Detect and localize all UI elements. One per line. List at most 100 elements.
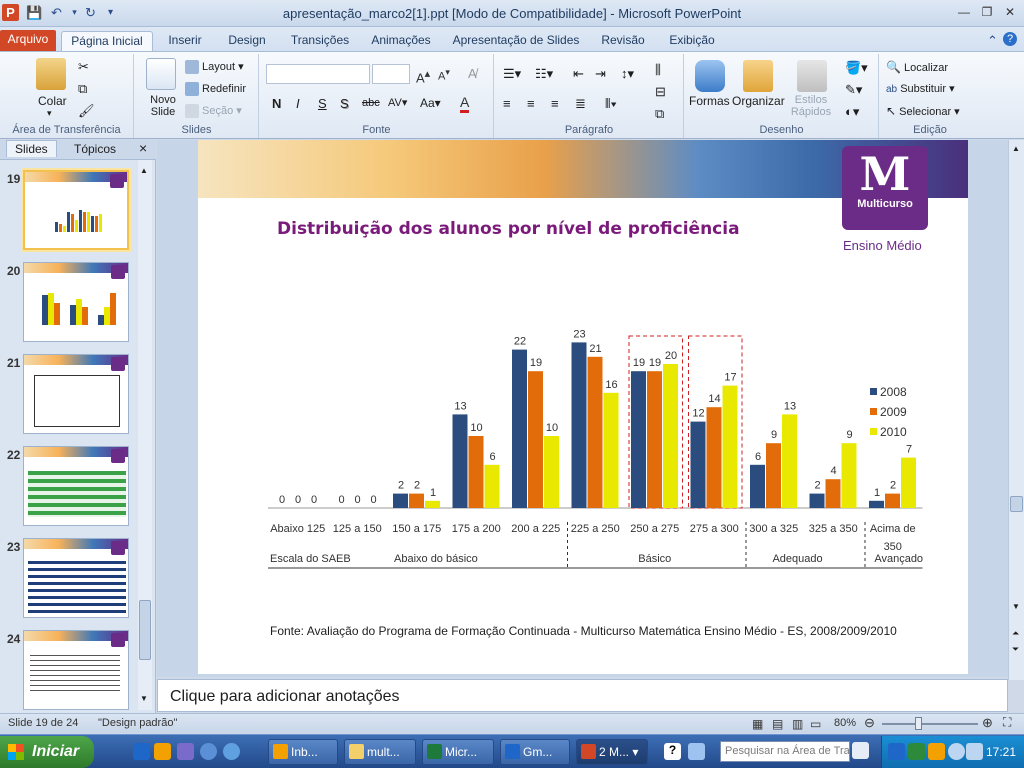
zoom-in-icon[interactable]: ⊕ <box>982 715 993 731</box>
taskbar-powerpoint[interactable]: 2 M... ▾ <box>576 739 648 765</box>
paste-icon[interactable] <box>36 58 66 90</box>
numbering-icon[interactable]: ☷▾ <box>535 66 553 82</box>
scroll-down-icon[interactable]: ▼ <box>140 694 148 703</box>
theme-name[interactable]: "Design padrão" <box>98 717 177 729</box>
shapes-button[interactable]: Formas <box>689 94 730 108</box>
shape-fill-icon[interactable]: 🪣▾ <box>845 60 868 76</box>
slide-thumbnail-23[interactable] <box>23 538 129 618</box>
scroll-thumb[interactable] <box>1010 496 1023 512</box>
cut-icon[interactable]: ✂ <box>78 59 89 75</box>
arrange-icon[interactable] <box>743 60 773 92</box>
taskbar-outlook[interactable]: Inb... <box>268 739 338 765</box>
fit-to-window-icon[interactable]: ⛶ <box>1003 715 1011 730</box>
grow-font-icon[interactable]: A▴ <box>416 67 430 85</box>
zoom-slider[interactable] <box>882 723 978 725</box>
slide-sorter-icon[interactable]: ▤ <box>772 717 783 731</box>
quick-styles-button[interactable]: Estilos Rápidos <box>789 94 833 118</box>
align-left-icon[interactable]: ≡ <box>503 96 511 111</box>
outlook-icon[interactable] <box>154 743 171 760</box>
tray-outlook-icon[interactable] <box>928 743 945 760</box>
tab-revisao[interactable]: Revisão <box>597 31 649 51</box>
slides-panel-scrollbar[interactable]: ▲ ▼ <box>138 160 152 710</box>
columns-icon[interactable]: ⫴▾ <box>605 96 617 112</box>
bar-chart[interactable]: 0 0 0Abaixo 1250 0 0125 a 1502 21150 a 175131… <box>258 320 958 580</box>
replace-button[interactable]: ab Substituir ▾ <box>886 82 955 95</box>
paste-button[interactable]: Colar <box>38 94 67 108</box>
help-icon[interactable]: ? <box>1003 32 1017 46</box>
increase-indent-icon[interactable]: ⇥ <box>595 66 606 82</box>
shape-effects-icon[interactable]: ◐▾ <box>845 104 859 120</box>
notes-pane[interactable]: Clique para adicionar anotações <box>157 679 1008 712</box>
desktop-search-input[interactable]: Pesquisar na Área de Trab <box>720 741 850 762</box>
reset-button[interactable]: Redefinir <box>185 82 246 96</box>
tab-animacoes[interactable]: Animações <box>366 31 436 51</box>
restore-icon[interactable]: ❐ <box>976 3 998 21</box>
text-direction-icon[interactable]: ⫼ <box>655 62 661 78</box>
change-case-icon[interactable]: Aa▾ <box>420 96 441 110</box>
font-family-input[interactable] <box>266 64 370 84</box>
media-icon[interactable] <box>200 743 217 760</box>
tab-apresentacao[interactable]: Apresentação de Slides <box>450 31 582 51</box>
underline-icon[interactable]: S <box>318 96 327 111</box>
font-size-input[interactable] <box>372 64 410 84</box>
tab-transicoes[interactable]: Transições <box>285 31 355 51</box>
close-icon[interactable]: ✕ <box>999 3 1021 21</box>
section-button[interactable]: Seção ▾ <box>185 104 242 119</box>
align-center-icon[interactable]: ≡ <box>527 96 535 111</box>
zoom-slider-thumb[interactable] <box>915 717 922 730</box>
help-icon[interactable]: ? <box>664 743 681 760</box>
previous-slide-icon[interactable]: ⏶ <box>1012 628 1019 639</box>
scroll-up-icon[interactable]: ▲ <box>1012 144 1020 153</box>
minimize-icon[interactable]: — <box>953 3 975 21</box>
quick-styles-icon[interactable] <box>797 60 827 92</box>
slide-canvas[interactable]: M Multicurso Ensino Médio Distribuição d… <box>198 140 968 674</box>
shape-outline-icon[interactable]: ✎▾ <box>845 82 862 98</box>
slide-title[interactable]: Distribuição dos alunos por nível de pro… <box>277 219 740 239</box>
layout-button[interactable]: Layout ▾ <box>185 60 244 75</box>
line-spacing-icon[interactable]: ↕▾ <box>621 66 634 82</box>
quicklaunch-icon[interactable] <box>177 743 194 760</box>
player-icon[interactable] <box>223 743 240 760</box>
taskbar-gmail[interactable]: Gm... <box>500 739 570 765</box>
clear-formatting-icon[interactable]: A̸ <box>468 66 477 81</box>
normal-view-icon[interactable]: ▦ <box>752 717 763 731</box>
tab-design[interactable]: Design <box>222 31 272 51</box>
shapes-icon[interactable] <box>695 60 725 92</box>
slide-thumbnail-19[interactable] <box>23 170 129 250</box>
notes-placeholder[interactable]: Clique para adicionar anotações <box>170 688 399 706</box>
select-button[interactable]: ↖ Selecionar ▾ <box>886 104 960 118</box>
arrange-button[interactable]: Organizar <box>732 94 785 108</box>
new-slide-button[interactable]: Novo Slide <box>146 94 180 118</box>
align-right-icon[interactable]: ≡ <box>551 96 559 111</box>
scroll-thumb[interactable] <box>139 600 151 660</box>
tray-back-icon[interactable] <box>888 743 905 760</box>
bold-icon[interactable]: N <box>272 96 281 111</box>
paste-dropdown-icon[interactable]: ▾ <box>47 108 52 119</box>
copy-icon[interactable]: ⧉ <box>78 81 87 97</box>
bullets-icon[interactable]: ☰▾ <box>503 66 521 82</box>
scroll-up-icon[interactable]: ▲ <box>140 166 148 175</box>
slide-thumbnail-22[interactable] <box>23 446 129 526</box>
zoom-out-icon[interactable]: ⊖ <box>864 715 875 731</box>
scroll-down-icon[interactable]: ▼ <box>1012 602 1020 611</box>
tab-slides[interactable]: Slides <box>6 140 57 157</box>
ie-icon[interactable] <box>133 743 150 760</box>
find-button[interactable]: 🔍 Localizar <box>886 60 948 74</box>
tab-exibicao[interactable]: Exibição <box>664 31 720 51</box>
justify-icon[interactable]: ≣ <box>575 96 586 112</box>
tab-topicos[interactable]: Tópicos <box>74 142 116 156</box>
format-painter-icon[interactable]: 🖌 <box>78 103 95 119</box>
volume-icon[interactable] <box>966 743 983 760</box>
taskbar-excel[interactable]: Micr... <box>422 739 494 765</box>
taskbar-folder[interactable]: mult... <box>344 739 416 765</box>
font-color-icon[interactable]: A <box>460 94 470 113</box>
strikethrough-icon[interactable]: abc <box>362 97 380 109</box>
source-text[interactable]: Fonte: Avaliação do Programa de Formação… <box>270 624 897 638</box>
clock[interactable]: 17:21 <box>986 745 1016 759</box>
display-icon[interactable] <box>688 743 705 760</box>
reading-view-icon[interactable]: ▥ <box>792 717 803 731</box>
network-icon[interactable] <box>948 743 965 760</box>
search-icon[interactable] <box>852 742 869 759</box>
decrease-indent-icon[interactable]: ⇤ <box>573 66 584 82</box>
start-button[interactable]: Iniciar <box>0 736 94 768</box>
